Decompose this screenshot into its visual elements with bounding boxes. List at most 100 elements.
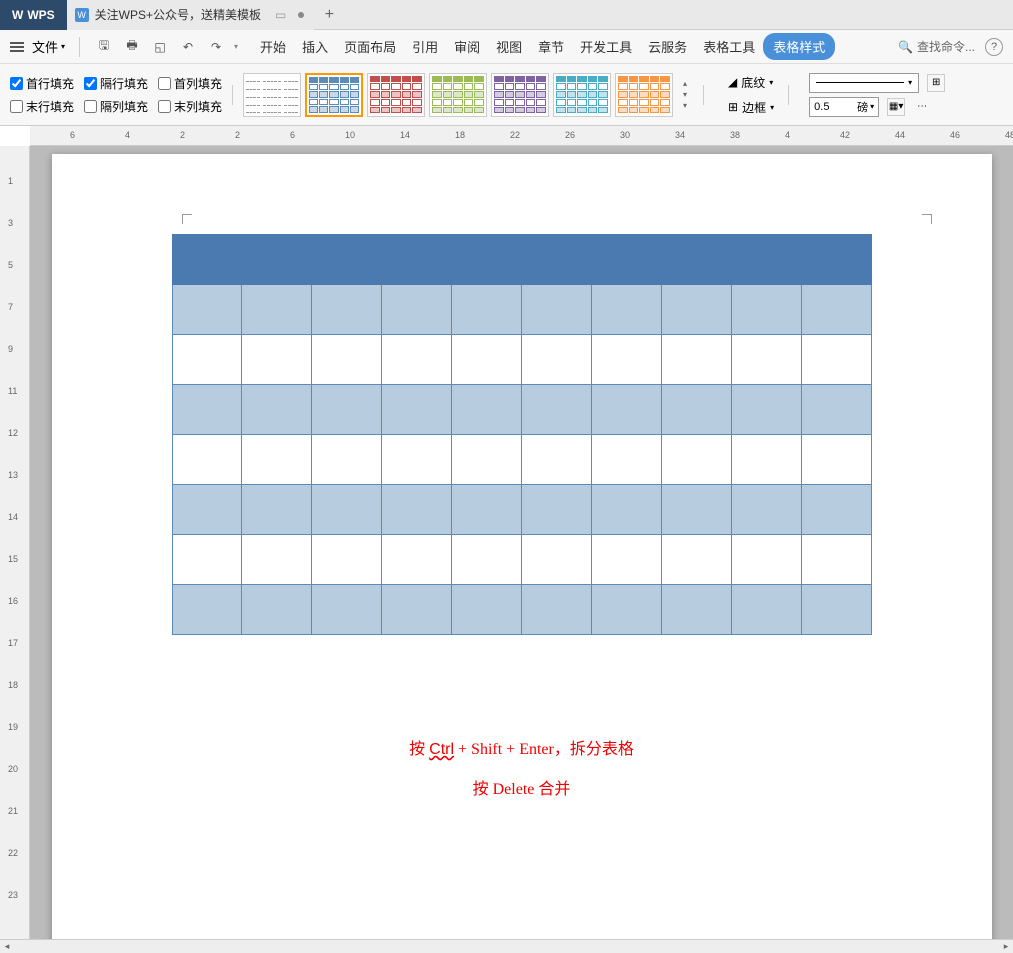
table-style-thumb[interactable] [305,73,363,117]
table-cell[interactable] [731,385,801,435]
table-cell[interactable] [591,385,661,435]
table-cell[interactable] [312,435,382,485]
checkbox[interactable] [158,77,171,90]
table-cell[interactable] [521,535,591,585]
table-cell[interactable] [242,585,312,635]
table-cell[interactable] [801,385,871,435]
table-cell[interactable] [591,535,661,585]
table-cell[interactable] [312,285,382,335]
table-row[interactable] [172,285,871,335]
menu-tab-视图[interactable]: 视图 [488,31,530,62]
check-隔行填充[interactable]: 隔行填充 [84,75,148,92]
table-cell[interactable] [452,535,522,585]
page[interactable]: 按 Ctrl + Shift + Enter，拆分表格 按 Delete 合并 [52,154,992,939]
undo-icon[interactable]: ↶ [178,37,198,57]
table-row[interactable] [172,235,871,285]
hamburger-icon[interactable] [10,42,24,52]
table-cell[interactable] [172,235,242,285]
table-row[interactable] [172,535,871,585]
document-tab[interactable]: W 关注WPS+公众号，送精美模板 ▭ [67,0,315,30]
table-cell[interactable] [172,535,242,585]
table-cell[interactable] [172,335,242,385]
table-cell[interactable] [521,335,591,385]
table-cell[interactable] [382,585,452,635]
table-cell[interactable] [591,435,661,485]
table-cell[interactable] [731,435,801,485]
table-row[interactable] [172,335,871,385]
table-props-icon[interactable]: ⊞ [927,74,945,92]
table-cell[interactable] [801,235,871,285]
file-menu[interactable]: 文件 ▾ [32,37,65,56]
table-style-thumb[interactable] [553,73,611,117]
checkbox[interactable] [158,100,171,113]
check-首列填充[interactable]: 首列填充 [158,75,222,92]
checkbox[interactable] [10,100,23,113]
shading-button[interactable]: ◢ 底纹 ▾ [724,72,778,93]
table-cell[interactable] [312,535,382,585]
table-cell[interactable] [801,435,871,485]
table-cell[interactable] [731,335,801,385]
document-area[interactable]: 按 Ctrl + Shift + Enter，拆分表格 按 Delete 合并 [30,146,1013,939]
table-cell[interactable] [521,385,591,435]
table-cell[interactable] [242,535,312,585]
table-cell[interactable] [312,335,382,385]
menu-tab-审阅[interactable]: 审阅 [446,31,488,62]
table-cell[interactable] [382,435,452,485]
checkbox[interactable] [84,77,97,90]
table-cell[interactable] [801,585,871,635]
table-row[interactable] [172,585,871,635]
table-cell[interactable] [731,235,801,285]
table-cell[interactable] [242,485,312,535]
table-row[interactable] [172,435,871,485]
table-cell[interactable] [661,335,731,385]
chevron-down-icon[interactable]: ▾ [234,42,238,51]
table-cell[interactable] [312,385,382,435]
table-cell[interactable] [661,235,731,285]
menu-tab-表格样式[interactable]: 表格样式 [763,33,835,60]
print-preview-icon[interactable]: ◱ [150,37,170,57]
table-cell[interactable] [801,285,871,335]
table-cell[interactable] [452,385,522,435]
table-cell[interactable] [521,285,591,335]
table-cell[interactable] [452,485,522,535]
table-cell[interactable] [452,435,522,485]
table-cell[interactable] [731,285,801,335]
scroll-left-icon[interactable]: ◂ [0,941,14,952]
table-cell[interactable] [591,335,661,385]
table-cell[interactable] [591,235,661,285]
table-cell[interactable] [661,435,731,485]
redo-icon[interactable]: ↷ [206,37,226,57]
help-icon[interactable]: ? [985,38,1003,56]
table-cell[interactable] [661,585,731,635]
table-cell[interactable] [661,485,731,535]
table-cell[interactable] [242,435,312,485]
chevron-down-icon[interactable]: ▾ [683,90,687,99]
table-cell[interactable] [521,485,591,535]
border-button[interactable]: ⊞ 边框 ▾ [724,97,778,118]
menu-tab-引用[interactable]: 引用 [404,31,446,62]
table-cell[interactable] [172,485,242,535]
table-cell[interactable] [242,385,312,435]
gallery-scroll[interactable]: ▴ ▾ ▾ [677,79,693,110]
table-cell[interactable] [242,235,312,285]
table-cell[interactable] [591,585,661,635]
check-隔列填充[interactable]: 隔列填充 [84,98,148,115]
table-cell[interactable] [382,335,452,385]
table-cell[interactable] [521,235,591,285]
table-cell[interactable] [591,285,661,335]
table-cell[interactable] [312,485,382,535]
table-cell[interactable] [172,435,242,485]
menu-tab-章节[interactable]: 章节 [530,31,572,62]
table-cell[interactable] [731,485,801,535]
table-cell[interactable] [242,335,312,385]
table-cell[interactable] [172,585,242,635]
menu-tab-开始[interactable]: 开始 [252,31,294,62]
table-style-thumb[interactable] [367,73,425,117]
horizontal-scrollbar[interactable]: ◂ ▸ [0,939,1013,953]
table-cell[interactable] [382,235,452,285]
print-icon[interactable]: 🖶 [122,37,142,57]
table-cell[interactable] [452,235,522,285]
table-cell[interactable] [452,585,522,635]
table-cell[interactable] [731,535,801,585]
table-cell[interactable] [521,435,591,485]
